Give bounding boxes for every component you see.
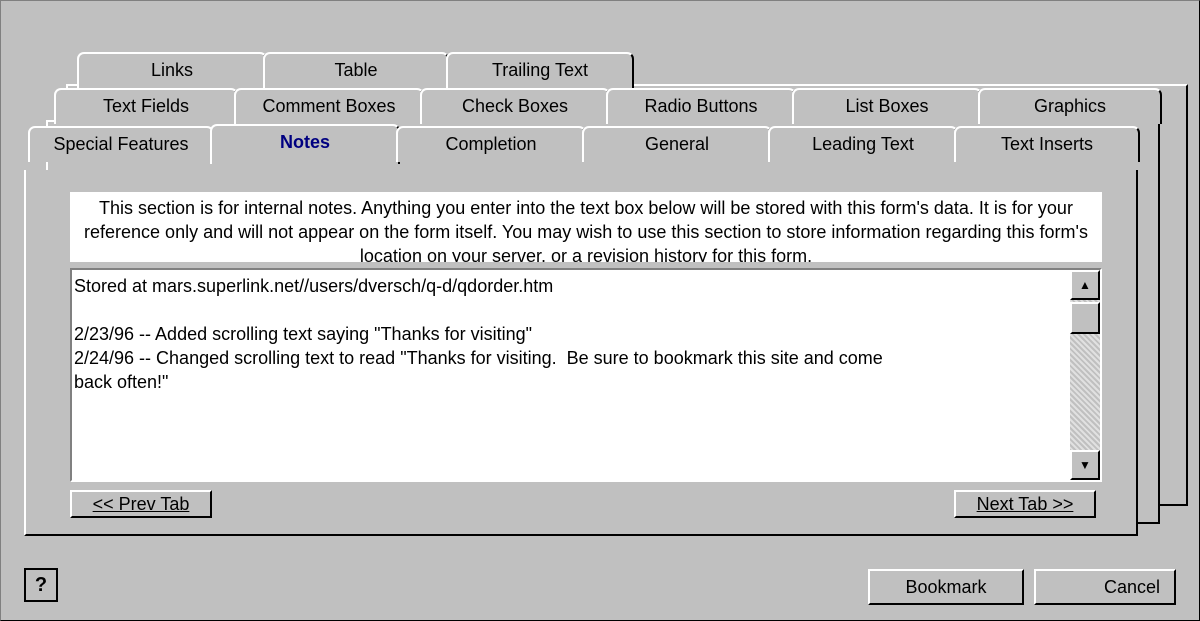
next-tab-button[interactable]: Next Tab >>: [954, 490, 1096, 518]
tab-links[interactable]: Links: [77, 52, 267, 88]
notes-text[interactable]: Stored at mars.superlink.net//users/dver…: [74, 274, 1064, 394]
arrow-down-icon: ▼: [1079, 458, 1091, 472]
bookmark-button[interactable]: Bookmark: [868, 569, 1024, 605]
scroll-up-button[interactable]: ▲: [1070, 270, 1100, 300]
arrow-up-icon: ▲: [1079, 278, 1091, 292]
tab-table[interactable]: Table: [263, 52, 449, 88]
tab-radio-buttons[interactable]: Radio Buttons: [606, 88, 796, 124]
tab-text-inserts[interactable]: Text Inserts: [954, 126, 1140, 162]
notes-scrollbar[interactable]: ▲ ▼: [1070, 270, 1100, 480]
tab-general[interactable]: General: [582, 126, 772, 162]
notes-textbox[interactable]: Stored at mars.superlink.net//users/dver…: [70, 268, 1102, 482]
tab-comment-boxes[interactable]: Comment Boxes: [234, 88, 424, 124]
question-mark-icon: ?: [34, 573, 48, 596]
help-button[interactable]: ?: [24, 568, 58, 602]
tab-trailing-text[interactable]: Trailing Text: [446, 52, 634, 88]
tab-graphics[interactable]: Graphics: [978, 88, 1162, 124]
scroll-down-button[interactable]: ▼: [1070, 450, 1100, 480]
tab-leading-text[interactable]: Leading Text: [768, 126, 958, 162]
scroll-thumb[interactable]: [1070, 302, 1100, 334]
tab-check-boxes[interactable]: Check Boxes: [420, 88, 610, 124]
tab-notes[interactable]: Notes: [210, 124, 400, 164]
tab-special-features[interactable]: Special Features: [28, 126, 214, 162]
cancel-button[interactable]: Cancel: [1034, 569, 1176, 605]
tab-completion[interactable]: Completion: [396, 126, 586, 162]
prev-tab-button[interactable]: << Prev Tab: [70, 490, 212, 518]
tab-text-fields[interactable]: Text Fields: [54, 88, 238, 124]
tab-list-boxes[interactable]: List Boxes: [792, 88, 982, 124]
notes-description: This section is for internal notes. Anyt…: [70, 192, 1102, 262]
